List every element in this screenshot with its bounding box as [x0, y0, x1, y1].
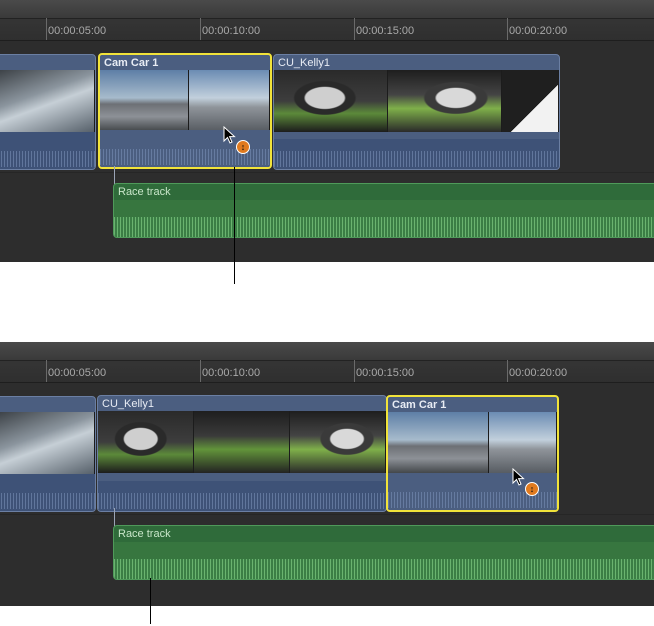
video-clip-cu-kelly1[interactable]: CU_Kelly1: [97, 395, 387, 512]
clip-connection-line: [114, 508, 115, 526]
ruler-tick: [507, 18, 508, 40]
timeline-panel-bottom: 00:00:05:00 00:00:10:00 00:00:15:00 00:0…: [0, 342, 654, 606]
ruler-tick: [200, 18, 201, 40]
video-clip-cu-kelly1[interactable]: CU_Kelly1: [273, 54, 560, 170]
clip-thumbnail: [290, 411, 386, 473]
ruler-label: 00:00:20:00: [509, 25, 568, 37]
audio-clip-race-track[interactable]: Race track: [113, 525, 654, 580]
timeline-tracks: CU_Kelly1 Cam Car 1 Race track ↕: [0, 383, 654, 606]
callout-line: [150, 578, 151, 624]
clip-audio-waveform: [274, 139, 559, 169]
clip-thumbnail: [388, 412, 490, 474]
timeline-tracks: Cam Car 1 CU_Kelly1 Race track ↕: [0, 41, 654, 262]
clip-audio-waveform: [98, 481, 386, 511]
clip-thumbnail: [274, 70, 388, 132]
reposition-badge-icon: ↕: [236, 140, 250, 154]
clip-connection-line: [114, 166, 115, 184]
clip-filmstrip: [100, 70, 270, 132]
arrow-cursor-icon: [512, 468, 525, 486]
clip-filmstrip: [274, 70, 559, 132]
clip-filmstrip: [0, 412, 95, 474]
ruler-header-bar: [0, 342, 654, 361]
timeline-ruler[interactable]: 00:00:05:00 00:00:10:00 00:00:15:00 00:0…: [0, 0, 654, 41]
callout-line: [234, 167, 235, 284]
lane-divider: [0, 514, 654, 515]
clip-thumbnail: [387, 70, 502, 132]
video-clip-previous[interactable]: [0, 54, 96, 170]
clip-audio-waveform: [0, 132, 95, 169]
clip-audio-waveform: [114, 217, 654, 237]
clip-title: Cam Car 1: [104, 57, 159, 69]
ruler-tick: [46, 18, 47, 40]
clip-title: Race track: [118, 528, 171, 540]
ruler-tick: [354, 360, 355, 382]
clip-filmstrip: [0, 70, 95, 132]
clip-thumbnail: [194, 411, 290, 473]
ruler-label: 00:00:05:00: [48, 25, 107, 37]
reposition-badge-icon: ↕: [525, 482, 539, 496]
clip-filmstrip: [98, 411, 386, 473]
ruler-label: 00:00:05:00: [48, 367, 107, 379]
clip-title: Race track: [118, 186, 171, 198]
clip-title: CU_Kelly1: [278, 57, 330, 69]
ruler-label: 00:00:10:00: [202, 25, 261, 37]
clip-audio-waveform: [114, 559, 654, 579]
clip-thumbnail: [189, 70, 270, 132]
ruler-label: 00:00:15:00: [356, 367, 415, 379]
ruler-tick: [46, 360, 47, 382]
timeline-panel-top: 00:00:05:00 00:00:10:00 00:00:15:00 00:0…: [0, 0, 654, 262]
clip-thumbnail: [489, 412, 557, 474]
clip-filmstrip: [388, 412, 557, 474]
ruler-label: 00:00:15:00: [356, 25, 415, 37]
clip-audio-waveform: [0, 474, 95, 511]
clip-thumbnail: [100, 70, 189, 132]
ruler-header-bar: [0, 0, 654, 19]
timeline-ruler[interactable]: 00:00:05:00 00:00:10:00 00:00:15:00 00:0…: [0, 342, 654, 383]
clip-thumbnail: [0, 70, 95, 132]
clip-thumbnail: [0, 412, 95, 474]
video-clip-previous[interactable]: [0, 396, 96, 512]
clip-title: CU_Kelly1: [102, 398, 154, 410]
audio-clip-race-track[interactable]: Race track: [113, 183, 654, 238]
clip-thumbnail: [98, 411, 194, 473]
ruler-tick: [507, 360, 508, 382]
lane-divider: [0, 172, 654, 173]
ruler-label: 00:00:20:00: [509, 367, 568, 379]
ruler-tick: [200, 360, 201, 382]
clip-thumbnail: [501, 70, 559, 132]
arrow-cursor-icon: [223, 126, 236, 144]
clip-title: Cam Car 1: [392, 399, 447, 411]
ruler-tick: [354, 18, 355, 40]
ruler-label: 00:00:10:00: [202, 367, 261, 379]
